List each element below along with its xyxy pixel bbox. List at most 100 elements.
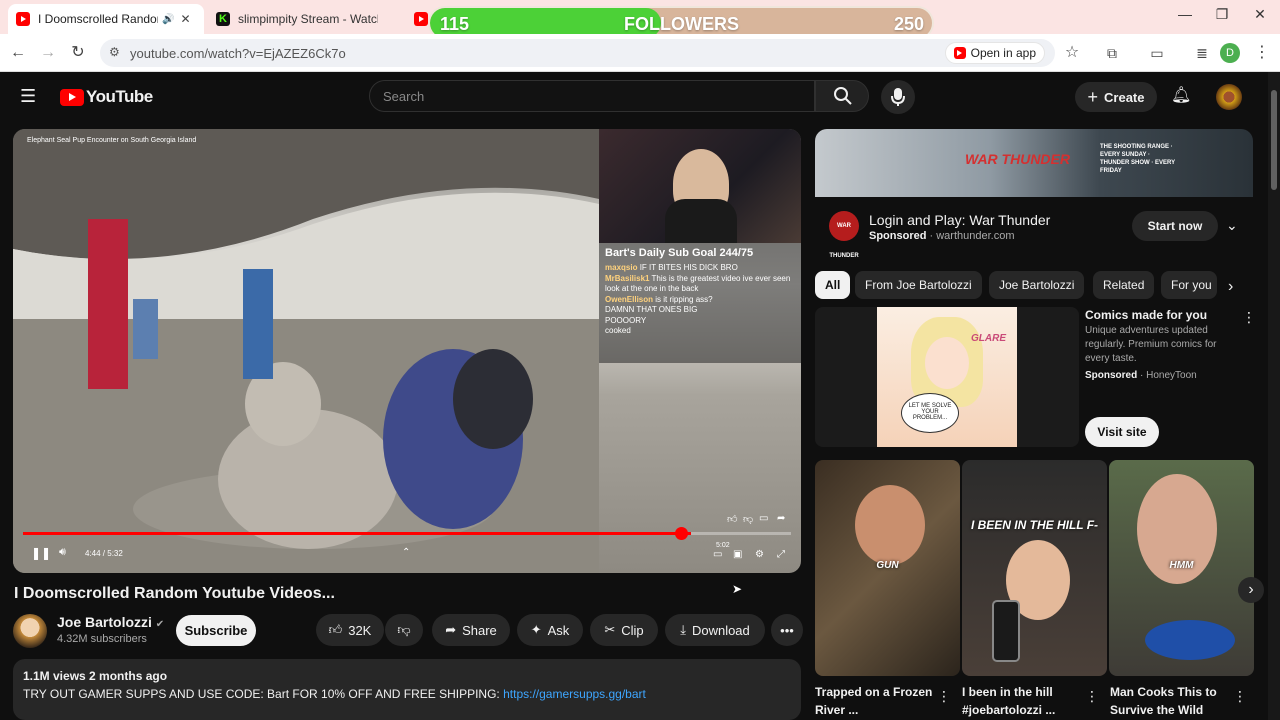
youtube-favicon-icon: [414, 12, 428, 26]
hamburger-menu-icon[interactable]: ☰: [20, 86, 36, 107]
extensions-icon[interactable]: ⧉: [1100, 41, 1124, 65]
sponsored-ad[interactable]: WAR THUNDER THE SHOOTING RANGE · EVERY S…: [815, 129, 1253, 259]
channel-name[interactable]: Joe Bartolozzi ✔: [57, 614, 164, 630]
account-avatar[interactable]: [1216, 84, 1242, 110]
share-overlay-icon[interactable]: ➦: [777, 513, 785, 524]
comment-overlay-icon[interactable]: ▭: [759, 513, 768, 524]
youtube-logo-text: YouTube: [86, 87, 153, 106]
channel-avatar[interactable]: [13, 614, 47, 648]
more-vertical-icon[interactable]: ⋮: [937, 688, 951, 705]
microphone-icon: [891, 88, 905, 106]
short-thumbnail[interactable]: GUN: [815, 460, 960, 676]
visit-site-button[interactable]: Visit site: [1085, 417, 1159, 447]
chevron-down-icon[interactable]: ⌄: [1226, 217, 1238, 234]
chevron-up-icon[interactable]: ⌃: [402, 547, 410, 558]
dislike-button[interactable]: 👎︎: [385, 614, 423, 646]
chip-for-you[interactable]: For you: [1161, 271, 1217, 299]
time-display: 4:44 / 5:32: [85, 549, 123, 558]
pause-icon[interactable]: ❚❚: [31, 546, 51, 560]
short-thumbnail[interactable]: HMM: [1109, 460, 1254, 676]
volume-icon[interactable]: 🔊︎: [59, 546, 66, 559]
short-caption: GUN: [876, 560, 899, 571]
chip-channel[interactable]: Joe Bartolozzi: [989, 271, 1085, 299]
open-in-app-button[interactable]: Open in app: [944, 42, 1045, 64]
ad-advertiser-logo: WAR THUNDER: [829, 211, 859, 259]
like-button[interactable]: 👍︎ 32K: [316, 614, 384, 646]
media-control-icon[interactable]: ≣: [1190, 41, 1214, 65]
description-box[interactable]: 1.1M views 2 months ago TRY OUT GAMER SU…: [13, 659, 801, 720]
tab-kick[interactable]: K slimpimpity Stream - Watch Li: [208, 4, 404, 34]
chat-line: POOOORY: [605, 315, 647, 325]
chip-related[interactable]: Related: [1093, 271, 1155, 299]
search-button[interactable]: [815, 80, 869, 112]
more-actions-button[interactable]: •••: [771, 614, 803, 646]
back-icon[interactable]: ←: [6, 41, 30, 65]
create-label: Create: [1104, 89, 1145, 105]
video-frame-scene: [13, 129, 599, 573]
maximize-icon[interactable]: ❐: [1207, 6, 1237, 23]
profile-avatar[interactable]: D: [1220, 43, 1240, 63]
youtube-logo[interactable]: YouTube: [60, 87, 153, 107]
bookmark-star-icon[interactable]: ☆: [1060, 41, 1084, 65]
minimize-icon[interactable]: —: [1170, 6, 1200, 22]
short-title[interactable]: Man Cooks This to Survive the Wild: [1110, 683, 1240, 719]
ad-banner-image[interactable]: WAR THUNDER THE SHOOTING RANGE · EVERY S…: [815, 129, 1253, 197]
verified-icon: ✔: [155, 619, 165, 630]
short-title[interactable]: Trapped on a Frozen River ...: [815, 683, 945, 719]
dislike-overlay-icon[interactable]: 👎︎: [743, 513, 753, 525]
notifications-bell-icon[interactable]: 🔔︎: [1171, 85, 1191, 105]
share-button[interactable]: ➦ Share: [432, 614, 510, 646]
reload-icon[interactable]: ↻: [66, 41, 90, 65]
voice-search-button[interactable]: [881, 80, 915, 114]
download-button[interactable]: ⤓ Download: [665, 614, 765, 646]
more-vertical-icon[interactable]: ⋮: [1085, 688, 1099, 705]
ask-button[interactable]: ✦ Ask: [517, 614, 583, 646]
close-tab-icon[interactable]: ✕: [180, 12, 190, 26]
more-vertical-icon[interactable]: ⋮: [1233, 688, 1247, 705]
cast-icon[interactable]: ▭: [1145, 41, 1169, 65]
thumbs-down-icon: 👎︎: [397, 622, 411, 637]
comic-ad-thumbnail[interactable]: GLARE LET ME SOLVE YOUR PROBLEM...: [815, 307, 1079, 447]
subtitles-icon[interactable]: ▭: [713, 549, 722, 560]
forward-icon[interactable]: →: [36, 41, 60, 65]
scissors-icon: ✂: [604, 622, 616, 637]
chip-from-channel[interactable]: From Joe Bartolozzi: [855, 271, 982, 299]
clip-button[interactable]: ✂ Clip: [590, 614, 658, 646]
like-overlay-icon[interactable]: 👍︎: [727, 513, 737, 525]
search-input[interactable]: Search: [369, 80, 815, 112]
search-icon: [834, 87, 852, 105]
start-now-button[interactable]: Start now: [1132, 211, 1218, 241]
short-caption: I BEEN IN THE HILL F-: [970, 518, 1099, 532]
speaker-icon[interactable]: 🔊: [162, 14, 174, 25]
ask-label: Ask: [547, 622, 570, 638]
like-count: 32K: [348, 622, 372, 638]
create-button[interactable]: + Create: [1075, 82, 1157, 112]
views-and-date: 1.1M views 2 months ago: [23, 669, 168, 683]
chevron-right-icon[interactable]: ›: [1228, 278, 1233, 296]
comic-ad-title[interactable]: Comics made for you: [1085, 308, 1207, 322]
short-thumbnail[interactable]: I BEEN IN THE HILL F-: [962, 460, 1107, 676]
tab-youtube[interactable]: I Doomscrolled Random Yo 🔊 ✕: [8, 4, 204, 34]
browser-menu-icon[interactable]: ⋮: [1250, 41, 1274, 65]
ad-title[interactable]: Login and Play: War Thunder: [869, 212, 1050, 228]
tab-youtube-2[interactable]: [406, 4, 428, 34]
chip-all[interactable]: All: [815, 271, 851, 299]
short-title[interactable]: I been in the hill #joebartolozzi ...: [962, 683, 1092, 719]
video-player[interactable]: Elephant Seal Pup Encounter on South Geo…: [13, 129, 801, 573]
close-window-icon[interactable]: ✕: [1245, 6, 1275, 23]
scrollbar-thumb[interactable]: [1271, 90, 1277, 190]
settings-gear-icon[interactable]: ⚙: [755, 549, 764, 560]
omnibox[interactable]: ⚙ youtube.com/watch?v=EjAZEZ6Ck7o Open i…: [100, 39, 1055, 67]
youtube-header: ☰ YouTube Search + Create 🔔︎: [0, 72, 1268, 120]
site-info-icon[interactable]: ⚙: [109, 45, 120, 59]
miniplayer-icon[interactable]: ▣: [733, 549, 742, 560]
more-vertical-icon[interactable]: ⋮: [1242, 309, 1256, 326]
download-label: Download: [691, 622, 750, 638]
url-text[interactable]: youtube.com/watch?v=EjAZEZ6Ck7o: [130, 46, 346, 61]
subscribe-button[interactable]: Subscribe: [176, 615, 256, 646]
shorts-next-button[interactable]: ›: [1238, 577, 1264, 603]
page-scrollbar[interactable]: [1268, 72, 1280, 720]
scrubber-handle[interactable]: [675, 527, 688, 540]
fullscreen-icon[interactable]: ⤢: [777, 549, 785, 560]
description-link[interactable]: https://gamersupps.gg/bart: [503, 687, 646, 701]
